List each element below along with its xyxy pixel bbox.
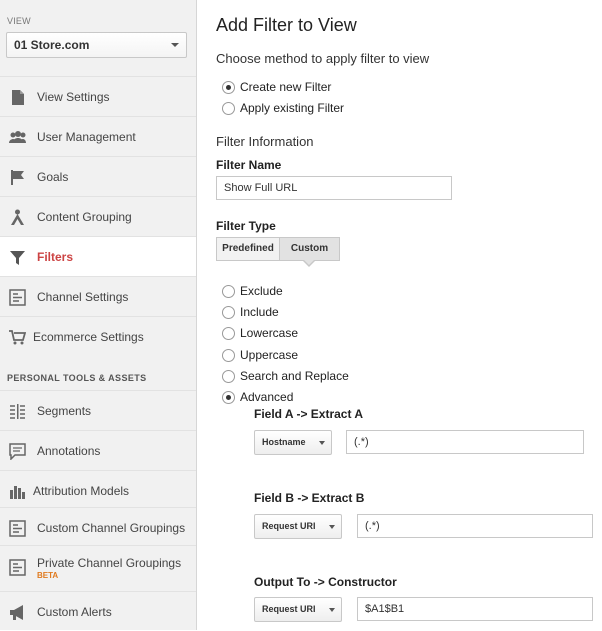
sidebar-item-private-channel-groupings[interactable]: Private Channel Groupings BETA	[0, 545, 196, 591]
sidebar-item-channel-settings[interactable]: Channel Settings	[0, 276, 196, 316]
sidebar-item-annotations[interactable]: Annotations	[0, 430, 196, 470]
sidebar: VIEW 01 Store.com View Settings User Man…	[0, 0, 197, 630]
cart-icon	[9, 330, 26, 345]
sidebar-item-label: Private Channel Groupings	[37, 556, 182, 570]
sidebar-item-label: User Management	[37, 130, 136, 144]
field-a-dropdown[interactable]: Hostname	[254, 430, 332, 455]
filter-icon	[10, 251, 25, 265]
output-input[interactable]	[357, 597, 593, 621]
radio-label: Apply existing Filter	[240, 101, 345, 115]
sidebar-item-label: Segments	[37, 404, 92, 418]
sidebar-item-custom-channel-groupings[interactable]: Custom Channel Groupings	[0, 507, 196, 547]
chevron-down-icon	[329, 608, 335, 612]
sidebar-item-label: Goals	[37, 170, 69, 184]
view-selector[interactable]: 01 Store.com	[6, 32, 187, 58]
sidebar-item-label: Content Grouping	[37, 210, 132, 224]
field-b-dropdown[interactable]: Request URI	[254, 514, 342, 539]
channel-settings-icon	[9, 289, 26, 306]
users-icon	[9, 131, 26, 143]
field-b-input[interactable]	[357, 514, 593, 538]
field-a-input[interactable]	[346, 430, 584, 454]
filter-information-heading: Filter Information	[216, 134, 314, 149]
radio-button[interactable]	[222, 391, 235, 404]
content-grouping-icon	[11, 209, 24, 225]
filter-name-input[interactable]	[216, 176, 452, 200]
sidebar-item-label: Annotations	[37, 444, 101, 458]
field-b-selected: Request URI	[262, 521, 316, 531]
sidebar-item-label: Filters	[37, 250, 74, 264]
sidebar-item-label: Channel Settings	[37, 290, 129, 304]
flag-icon	[11, 170, 24, 185]
section-heading-personal-tools: PERSONAL TOOLS & ASSETS	[7, 373, 147, 383]
bar-chart-icon	[10, 486, 25, 499]
megaphone-icon	[10, 605, 23, 620]
filter-type-label: Filter Type	[216, 219, 276, 233]
radio-label: Advanced	[240, 390, 294, 404]
radio-label: Exclude	[240, 284, 283, 298]
radio-label: Search and Replace	[240, 369, 349, 383]
radio-button[interactable]	[222, 102, 235, 115]
radio-label: Include	[240, 305, 279, 319]
tab-pointer-fill	[303, 259, 315, 265]
radio-label: Create new Filter	[240, 80, 332, 94]
chevron-down-icon	[329, 525, 335, 529]
annotation-icon	[9, 443, 26, 460]
radio-label: Lowercase	[240, 326, 299, 340]
radio-button[interactable]	[222, 349, 235, 362]
sidebar-item-filters[interactable]: Filters	[0, 236, 196, 276]
view-selected-value: 01 Store.com	[14, 38, 90, 52]
method-heading: Choose method to apply filter to view	[216, 51, 430, 66]
sidebar-item-user-management[interactable]: User Management	[0, 116, 196, 156]
field-a-label: Field A -> Extract A	[254, 407, 364, 421]
chevron-down-icon	[171, 43, 179, 47]
sidebar-item-segments[interactable]: Segments	[0, 390, 196, 430]
sidebar-item-ecommerce-settings[interactable]: Ecommerce Settings	[0, 316, 196, 356]
channel-grouping-icon	[9, 520, 26, 537]
beta-badge: BETA	[37, 571, 59, 580]
tab-predefined[interactable]: Predefined	[216, 237, 280, 261]
page-title: Add Filter to View	[216, 15, 357, 35]
sidebar-item-view-settings[interactable]: View Settings	[0, 76, 196, 116]
sidebar-item-label: Custom Alerts	[37, 605, 112, 619]
field-a-selected: Hostname	[262, 437, 306, 447]
sidebar-item-label: Attribution Models	[33, 484, 130, 498]
tab-custom[interactable]: Custom	[279, 237, 340, 261]
view-label: VIEW	[7, 16, 31, 26]
output-label: Output To -> Constructor	[254, 575, 397, 589]
sidebar-item-custom-alerts[interactable]: Custom Alerts	[0, 591, 196, 631]
chevron-down-icon	[319, 441, 325, 445]
sidebar-item-goals[interactable]: Goals	[0, 156, 196, 196]
sidebar-item-label: View Settings	[37, 90, 110, 104]
sidebar-item-label: Ecommerce Settings	[33, 330, 144, 344]
sidebar-item-label: Custom Channel Groupings	[37, 521, 186, 535]
output-selected: Request URI	[262, 604, 316, 614]
sidebar-item-content-grouping[interactable]: Content Grouping	[0, 196, 196, 236]
radio-button[interactable]	[222, 285, 235, 298]
radio-button[interactable]	[222, 370, 235, 383]
radio-button[interactable]	[222, 327, 235, 340]
document-icon	[12, 90, 24, 105]
field-b-label: Field B -> Extract B	[254, 491, 365, 505]
segments-icon	[10, 404, 25, 419]
radio-button[interactable]	[222, 306, 235, 319]
radio-button[interactable]	[222, 81, 235, 94]
main-content: Add Filter to View Choose method to appl…	[207, 0, 602, 630]
radio-label: Uppercase	[240, 348, 299, 362]
filter-name-label: Filter Name	[216, 158, 282, 172]
sidebar-item-attribution-models[interactable]: Attribution Models	[0, 470, 196, 510]
output-dropdown[interactable]: Request URI	[254, 597, 342, 622]
active-item-pointer	[207, 248, 215, 264]
channel-grouping-icon	[9, 559, 26, 576]
